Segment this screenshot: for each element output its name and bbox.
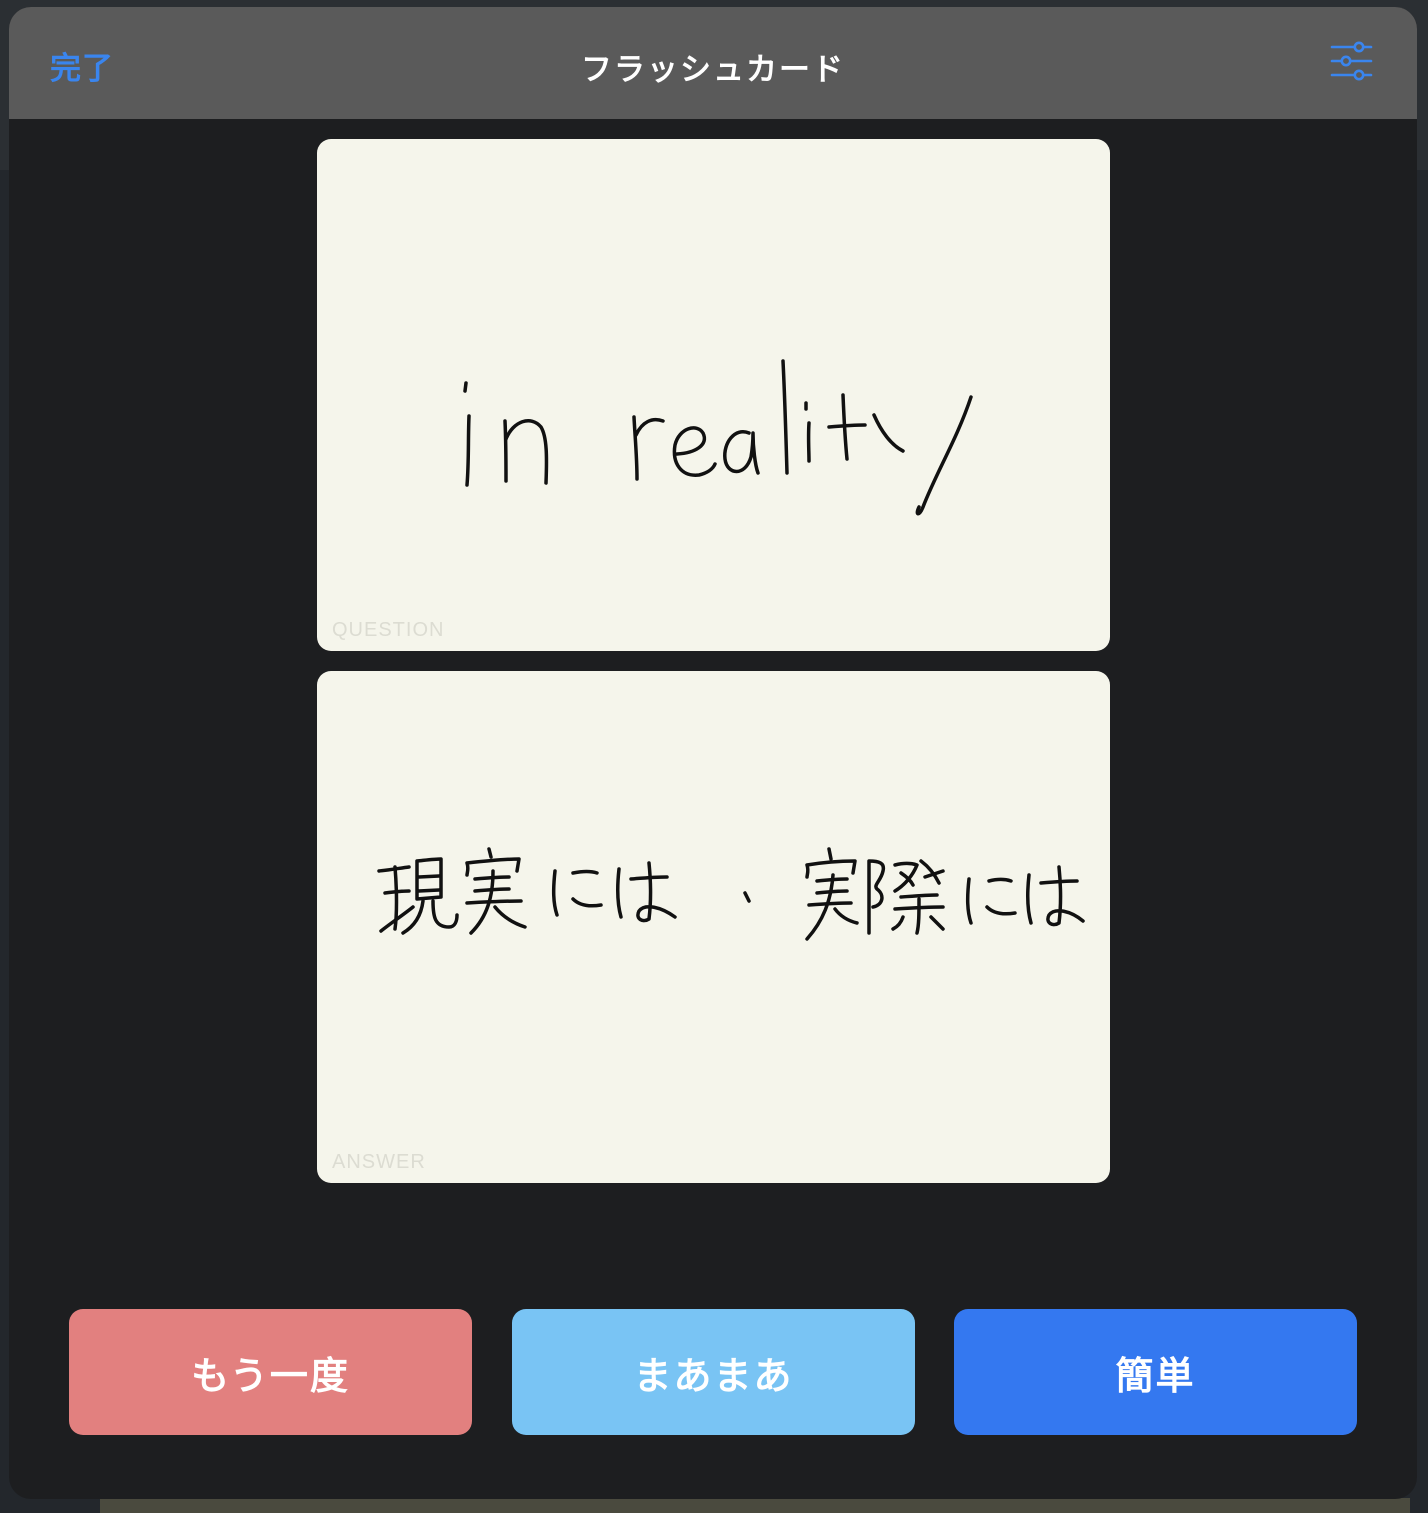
page-title: フラッシュカード [581, 52, 845, 88]
question-label: QUESTION [332, 619, 445, 641]
background-window-edge [100, 1498, 1410, 1513]
navigation-bar: 完了 フラッシュカード [9, 7, 1417, 119]
easy-button[interactable]: 簡単 [954, 1309, 1357, 1435]
question-handwriting [463, 359, 973, 516]
okay-button[interactable]: まあまあ [512, 1309, 915, 1435]
settings-button[interactable] [1329, 41, 1375, 81]
question-card[interactable]: QUESTION [317, 139, 1110, 651]
again-button[interactable]: もう一度 [69, 1309, 472, 1435]
answer-card[interactable]: ANSWER [317, 671, 1110, 1183]
answer-handwriting [377, 847, 1085, 941]
answer-label: ANSWER [332, 1151, 426, 1173]
flashcard-sheet: 完了 フラッシュカード QUESTION ANSWER もう一度 まあまあ 簡単 [9, 7, 1417, 1499]
sliders-icon [1330, 41, 1373, 81]
